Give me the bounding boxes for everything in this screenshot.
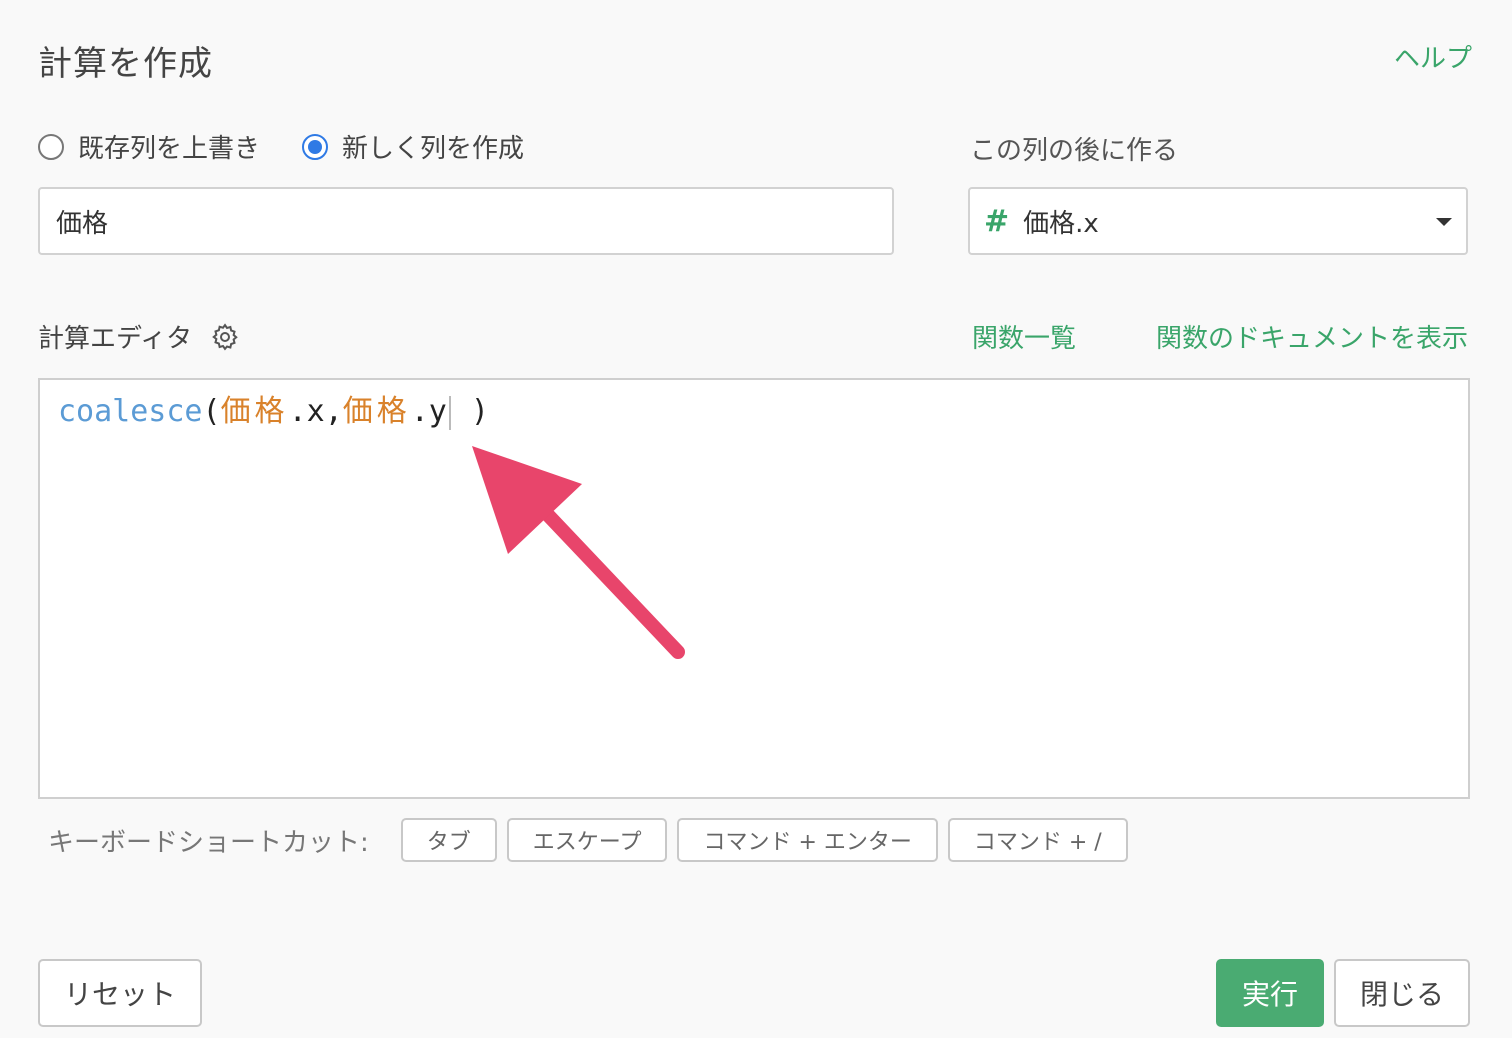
numeric-type-icon: #: [984, 203, 1010, 239]
functions-list-link[interactable]: 関数一覧: [972, 318, 1076, 355]
shortcuts-label: キーボードショートカット:: [48, 827, 369, 858]
radio-label: 新しく列を作成: [342, 134, 525, 164]
help-link[interactable]: ヘルプ: [1394, 38, 1472, 75]
editor-label-row: 計算エディタ: [38, 318, 240, 355]
keyboard-shortcuts: キーボードショートカット: タブ エスケープ コマンド + エンター コマンド …: [48, 818, 1138, 862]
dialog-title: 計算を作成: [38, 44, 213, 84]
radio-overwrite-column[interactable]: 既存列を上書き: [38, 128, 260, 165]
function-docs-link[interactable]: 関数のドキュメントを表示: [1156, 318, 1468, 355]
mode-radio-group: 既存列を上書き 新しく列を作成: [38, 128, 566, 165]
create-calculation-dialog: 計算を作成 ヘルプ 既存列を上書き 新しく列を作成 この列の後に作る # 価格.…: [0, 0, 1512, 1038]
radio-button-checked[interactable]: [302, 133, 329, 160]
code-paren-open: (: [202, 394, 221, 429]
code-comma: ,: [324, 394, 343, 429]
code-suffix-1: .x: [288, 394, 325, 429]
radio-create-new-column[interactable]: 新しく列を作成: [302, 128, 524, 165]
shortcut-key-cmd-slash[interactable]: コマンド + /: [947, 818, 1128, 862]
shortcut-key-tab[interactable]: タブ: [400, 818, 497, 862]
insert-after-select[interactable]: # 価格.x: [968, 187, 1468, 255]
radio-button[interactable]: [38, 133, 64, 160]
insert-after-value: 価格.x: [1023, 208, 1099, 239]
calculation-editor[interactable]: coalesce(価格.x,価格.y ): [38, 378, 1470, 799]
code-column-1: 価格: [220, 394, 289, 429]
code-paren-close: ): [452, 394, 489, 429]
reset-button[interactable]: リセット: [38, 959, 202, 1027]
caret-down-icon: [1436, 218, 1452, 226]
shortcut-key-cmd-enter[interactable]: コマンド + エンター: [677, 818, 938, 862]
close-button[interactable]: 閉じる: [1334, 959, 1470, 1027]
radio-label: 既存列を上書き: [78, 134, 261, 164]
code-column-2: 価格: [342, 394, 411, 429]
shortcut-key-escape[interactable]: エスケープ: [506, 818, 668, 862]
run-button[interactable]: 実行: [1216, 959, 1324, 1027]
code-function: coalesce: [58, 394, 203, 429]
gear-icon[interactable]: [210, 322, 240, 352]
column-name-input[interactable]: [38, 187, 894, 255]
text-cursor: [448, 395, 451, 430]
insert-after-label: この列の後に作る: [970, 136, 1179, 166]
code-suffix-2: .y: [410, 394, 447, 429]
editor-label: 計算エディタ: [38, 324, 193, 354]
